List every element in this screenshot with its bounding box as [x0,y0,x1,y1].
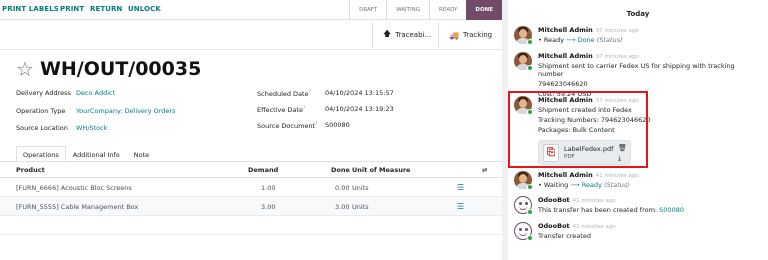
tracking-button[interactable]: 🚚 Tracking [438,22,502,48]
delivery-address-label: Delivery Address [16,89,71,97]
message-timestamp: 41 minutes ago [572,224,616,230]
arrow-up-icon: 🡅 [383,29,392,38]
product-column-header[interactable]: Product [16,166,45,174]
message-timestamp: 41 minutes ago [572,198,616,204]
uom-cell: Units [352,184,369,192]
done-cell: 0.00 [335,184,350,192]
table-header: Product Demand Done Unit of Measure ⇄ [0,162,502,178]
control-panel: PRINT LABELS PRINT RETURN UNLOCK DRAFT W… [0,0,502,20]
table-row-empty [0,216,502,235]
optional-columns-icon[interactable]: ⇄ [482,166,487,174]
message-body: This transfer has been created from: S00… [538,206,684,214]
detailed-operations-icon[interactable]: ☰ [457,183,464,192]
star-icon[interactable]: ☆ [16,59,34,79]
unlock-button[interactable]: UNLOCK [128,5,161,13]
scheduled-date-label: Scheduled Date? [257,89,311,99]
operation-type-label: Operation Type [16,107,66,115]
status-draft[interactable]: DRAFT [349,0,386,20]
effective-date-label: Effective Date? [257,105,306,115]
chatter-message: Mitchell Admin 41 minutes ago • Waiting ⟶… [514,171,764,191]
done-cell: 3.00 [335,203,350,211]
truck-icon: 🚚 [449,30,459,40]
product-cell: [FURN_6666] Acoustic Bloc Screens [16,184,132,192]
table-row[interactable]: [FURN_5555] Cable Management Box 3.00 3.… [0,197,502,216]
message-author[interactable]: Mitchell Admin [538,171,593,179]
source-location-field[interactable]: WH/Stock [76,124,108,132]
demand-cell: 1.00 [261,184,276,192]
message-body: 794623046620 [538,80,588,88]
source-location-label: Source Location [16,124,68,132]
message-author[interactable]: OdooBot [538,196,570,204]
demand-column-header[interactable]: Demand [248,166,278,174]
done-column-header[interactable]: Done [331,166,350,174]
print-labels-button[interactable]: PRINT LABELS [2,5,59,13]
online-status-icon [527,209,533,215]
message-author[interactable]: Mitchell Admin [538,52,593,60]
arrow-right-icon: ⟶ [566,36,576,44]
tracking-value: • Waiting ⟶ Ready (Status) [538,181,630,189]
online-status-icon [527,39,533,45]
return-button[interactable]: RETURN [90,5,122,13]
detailed-operations-icon[interactable]: ☰ [457,202,464,211]
highlight-box [508,91,648,168]
print-button[interactable]: PRINT [60,5,84,13]
chatter-message: Mitchell Admin 37 minutes ago Shipment se… [514,52,764,98]
message-body: Transfer created [538,232,591,240]
message-timestamp: 37 minutes ago [595,28,639,34]
demand-cell: 3.00 [261,203,276,211]
online-status-icon [527,235,533,241]
traceability-label: Traceabi... [395,31,432,39]
uom-column-header[interactable]: Unit of Measure [352,166,410,174]
tracking-label: Tracking [462,31,493,39]
online-status-icon [527,184,533,190]
table-row[interactable]: [FURN_6666] Acoustic Bloc Screens 1.00 0… [0,178,502,197]
product-cell: [FURN_5555] Cable Management Box [16,203,139,211]
status-done[interactable]: DONE [466,0,502,20]
delivery-address-field[interactable]: Deco Addict [76,89,115,97]
status-ready[interactable]: READY [429,0,466,20]
form-view: PRINT LABELS PRINT RETURN UNLOCK DRAFT W… [0,0,502,260]
tracking-value: • Ready ⟶ Done (Status) [538,36,623,44]
message-timestamp: 41 minutes ago [595,173,639,179]
source-link[interactable]: S00080 [659,206,684,214]
page-title: WH/OUT/00035 [39,58,202,80]
message-timestamp: 37 minutes ago [595,54,639,60]
effective-date-field[interactable]: 04/10/2024 13:19:23 [325,105,394,113]
chatter-message: OdooBot 41 minutes ago Transfer created [514,222,764,242]
message-author[interactable]: OdooBot [538,222,570,230]
source-document-label: Source Document? [257,121,318,131]
title-row: ☆ WH/OUT/00035 [16,58,201,80]
online-status-icon [527,65,533,71]
arrow-right-icon: ⟶ [570,181,580,189]
traceability-button[interactable]: 🡅 Traceabi... [372,22,438,48]
chatter-message: Mitchell Admin 37 minutes ago • Ready ⟶ D… [514,26,764,46]
message-body: Shipment sent to carrier Fedex US for sh… [538,62,735,78]
status-bar: DRAFT WAITING READY DONE [349,0,502,20]
uom-cell: Units [352,203,369,211]
date-separator: Today [626,10,650,18]
status-waiting[interactable]: WAITING [386,0,429,20]
chatter-message: OdooBot 41 minutes ago This transfer has … [514,196,764,216]
operation-type-field[interactable]: YourCompany: Delivery Orders [76,107,176,115]
source-document-field[interactable]: S00080 [325,121,350,129]
message-author[interactable]: Mitchell Admin [538,26,593,34]
scheduled-date-field[interactable]: 04/10/2024 13:15:57 [325,89,394,97]
